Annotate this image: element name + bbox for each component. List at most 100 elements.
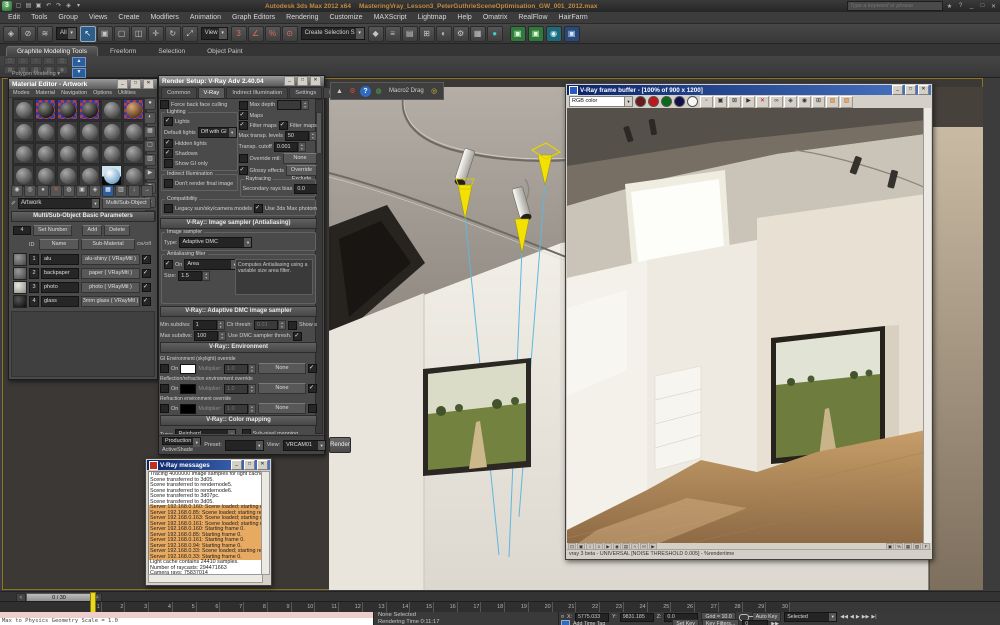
toolbar-icon[interactable]: ◈ xyxy=(3,26,19,42)
material-tool-icon[interactable]: ▥ xyxy=(144,154,156,166)
render-setup-tab[interactable]: Settings xyxy=(289,87,322,98)
photometric-checkbox[interactable] xyxy=(254,204,263,213)
material-slot[interactable] xyxy=(13,121,34,142)
snap-icon[interactable]: ∠ xyxy=(248,26,264,42)
material-slot[interactable] xyxy=(35,165,56,186)
toolbar-icon[interactable]: ▣ xyxy=(528,26,544,42)
close-icon[interactable]: ✕ xyxy=(918,85,929,95)
save-file-icon[interactable]: ▣ xyxy=(34,2,43,11)
message-log[interactable]: Tracing 4000000 image samples for light … xyxy=(148,471,263,575)
legacy-checkbox[interactable] xyxy=(164,204,173,213)
refl-env-mult-spinner[interactable]: 1.0 xyxy=(224,384,256,394)
macro-icon[interactable]: ⚙ xyxy=(347,86,358,97)
rollout-header[interactable]: V-Ray:: Environment xyxy=(160,342,317,353)
material-slot[interactable] xyxy=(101,121,122,142)
sub-material-button[interactable]: 3mm glass ( VRayMtl ) xyxy=(81,296,140,307)
quick-access-more-icon[interactable]: ▾ xyxy=(74,2,83,11)
onoff-checkbox[interactable] xyxy=(142,255,151,264)
material-slot[interactable] xyxy=(35,121,56,142)
maximize-icon[interactable]: □ xyxy=(905,85,916,95)
named-selection-dropdown[interactable]: Create Selection S xyxy=(301,27,365,40)
material-tool-icon[interactable]: ▦ xyxy=(102,185,114,197)
vfb-tool-icon[interactable]: ⊞ xyxy=(812,96,825,108)
material-slot[interactable] xyxy=(101,99,122,120)
minimize-icon[interactable] xyxy=(284,76,295,86)
activeshade-label[interactable]: ActiveShade xyxy=(162,447,201,453)
menu-item[interactable]: Create xyxy=(118,14,139,21)
menu-item[interactable]: Animation xyxy=(190,14,221,21)
filter-maps-gi-checkbox[interactable] xyxy=(279,121,288,130)
refr-env-map-button[interactable]: None xyxy=(258,403,306,414)
reference-coordinate-dropdown[interactable]: View xyxy=(201,27,228,40)
material-name-field[interactable]: glass xyxy=(41,296,79,307)
refr-env-mult-spinner[interactable]: 1.0 xyxy=(224,404,256,414)
vfb-tool-icon[interactable]: ⊠ xyxy=(728,96,741,108)
material-tool-icon[interactable]: ↓ xyxy=(128,185,140,197)
add-time-tag[interactable]: Add Time Tag xyxy=(573,621,605,625)
material-tool-icon[interactable]: ◎ xyxy=(24,185,36,197)
toolbar-icon[interactable]: ◉ xyxy=(546,26,562,42)
toolbar-icon[interactable]: ◐ xyxy=(436,26,452,42)
vfb-tool-icon[interactable]: ✕ xyxy=(756,96,769,108)
gi-env-mult-spinner[interactable]: 1.0 xyxy=(224,364,256,374)
menu-item[interactable]: Views xyxy=(89,14,108,21)
close-icon[interactable] xyxy=(143,79,154,89)
refl-env-color-swatch[interactable] xyxy=(180,384,196,394)
material-slot[interactable] xyxy=(123,121,144,142)
max-logo-icon[interactable]: 3 xyxy=(2,1,12,11)
show-gi-checkbox[interactable] xyxy=(164,159,173,168)
sampler-type-dropdown[interactable]: Adaptive DMC xyxy=(179,237,252,248)
max-depth-spinner[interactable] xyxy=(277,100,309,110)
material-editor-titlebar[interactable]: Material Editor - Artwork xyxy=(9,79,157,89)
refl-env-on-checkbox[interactable] xyxy=(160,384,169,393)
clr-thresh-spinner[interactable]: 0.01 xyxy=(254,320,286,330)
pick-material-icon[interactable]: ✐ xyxy=(11,200,16,207)
toolbar-icon[interactable]: ● xyxy=(487,26,503,42)
sub-material-button[interactable]: alu-shiny ( VRayMtl ) xyxy=(81,254,140,265)
sub-pixel-checkbox[interactable] xyxy=(242,429,251,434)
rollout-header[interactable]: V-Ray:: Color mapping xyxy=(160,415,317,426)
render-setup-tab[interactable]: Indirect Illumination xyxy=(226,87,288,98)
hidden-lights-checkbox[interactable] xyxy=(164,139,173,148)
ribbon-tab[interactable]: Freeform xyxy=(100,47,146,56)
use-dmc-thresh-checkbox[interactable] xyxy=(293,332,302,341)
minimize-icon[interactable] xyxy=(117,79,128,89)
material-name-field[interactable]: alu xyxy=(41,254,79,265)
macro-extra-icon[interactable]: ◎ xyxy=(429,86,440,97)
material-tool-icon[interactable]: → xyxy=(141,185,153,197)
glossy-checkbox[interactable] xyxy=(239,166,248,175)
gi-env-map-button[interactable]: None xyxy=(258,363,306,374)
sec-bias-spinner[interactable]: 0.0 xyxy=(294,184,317,194)
material-tool-icon[interactable]: ▢ xyxy=(144,140,156,152)
macro-drag-button[interactable]: Macro2 Drag xyxy=(386,88,427,94)
search-input[interactable] xyxy=(847,1,943,11)
close-icon[interactable] xyxy=(310,76,321,86)
toolbar-icon[interactable]: ▢ xyxy=(114,26,130,42)
menu-item[interactable]: Help xyxy=(457,14,471,21)
material-slot[interactable] xyxy=(123,143,144,164)
material-tool-icon[interactable]: ✕ xyxy=(50,185,62,197)
vfb-tool-icon[interactable]: ▧ xyxy=(826,96,839,108)
render-setup-titlebar[interactable]: Render Setup: V-Ray Adv 2.40.04 xyxy=(159,76,324,86)
maximize-icon[interactable]: □ xyxy=(244,460,255,470)
toolbar-icon[interactable]: ◫ xyxy=(131,26,147,42)
minimize-icon[interactable]: _ xyxy=(231,460,242,470)
color-mapping-type-dropdown[interactable]: Reinhard xyxy=(175,429,236,434)
vfb-tool-icon[interactable]: ▫ xyxy=(700,96,713,108)
column-header-sub[interactable]: Sub-Material xyxy=(81,239,135,250)
maxscript-mini-listener[interactable]: Max to Physics Geometry Scale = 1.0 xyxy=(0,612,374,625)
go-to-end-button[interactable]: ▶▶ xyxy=(771,621,779,625)
material-tool-icon[interactable]: ● xyxy=(144,98,156,110)
vray-messages-titlebar[interactable]: V-Ray messages _ □ ✕ xyxy=(147,460,270,470)
show-samples-checkbox[interactable] xyxy=(288,321,297,330)
material-slot[interactable] xyxy=(57,143,78,164)
material-preview-swatch[interactable] xyxy=(13,267,27,280)
toolbar-icon[interactable]: ⊘ xyxy=(20,26,36,42)
add-button[interactable]: Add xyxy=(82,225,102,236)
maximize-icon[interactable] xyxy=(297,76,308,86)
ribbon-tab[interactable]: Graphite Modeling Tools xyxy=(6,46,98,56)
channel-toggle-icon[interactable] xyxy=(674,96,685,107)
material-slot[interactable] xyxy=(57,165,78,186)
onoff-checkbox[interactable] xyxy=(142,283,151,292)
toolbar-icon[interactable]: ↖ xyxy=(80,26,96,42)
